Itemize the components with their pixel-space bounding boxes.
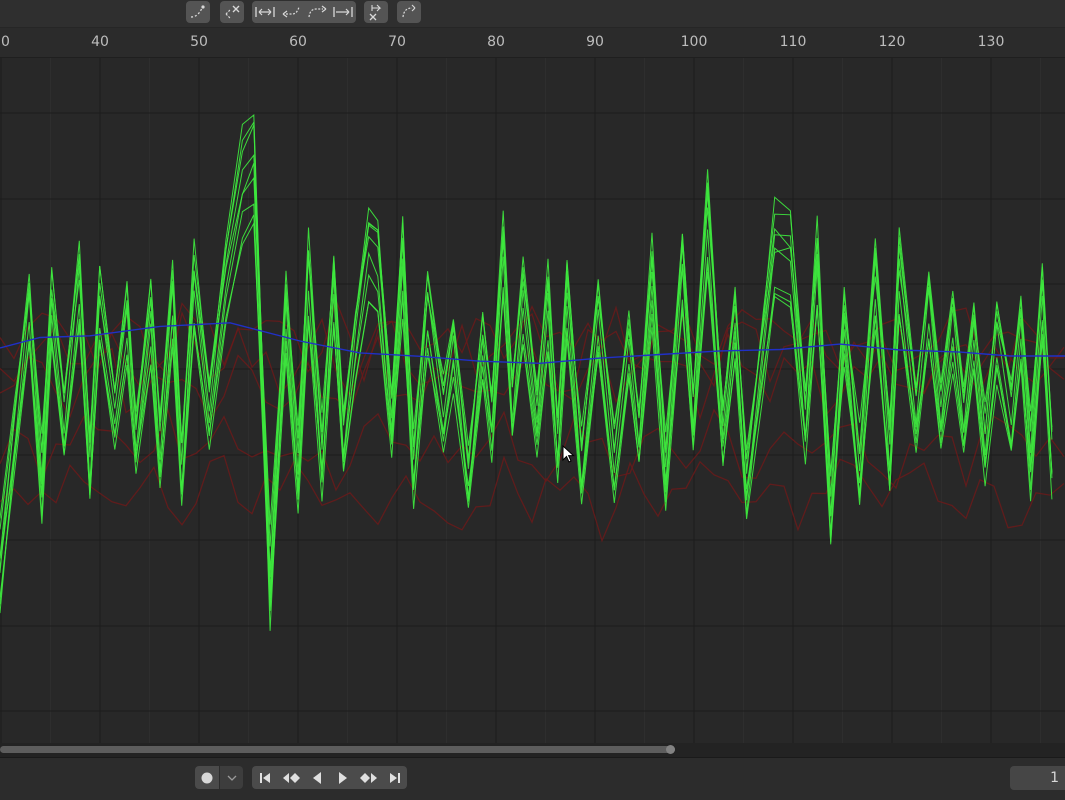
scrollbar-handle[interactable] [666, 745, 675, 754]
graph-editor-canvas[interactable] [0, 58, 1065, 743]
jump-to-end-icon [389, 772, 400, 783]
keyframe-tools-group [252, 1, 356, 23]
jump-to-previous-keyframe-icon [283, 772, 300, 783]
handle-type-icon [402, 4, 416, 18]
scrollbar-thumb[interactable] [0, 745, 675, 754]
insert-keyframe-icon [190, 5, 205, 18]
play-icon [339, 771, 347, 784]
jump-to-next-keyframe-icon [360, 772, 377, 783]
jump-to-end-keyframe-icon[interactable] [332, 4, 354, 20]
jump-to-next-keyframe-button[interactable] [356, 766, 382, 789]
jump-to-start-button[interactable] [252, 766, 278, 789]
frame-label: 120 [878, 34, 906, 50]
play-reverse-icon [313, 771, 321, 784]
play-button[interactable] [330, 766, 356, 789]
extrapolation-icon[interactable] [306, 4, 328, 20]
jump-to-previous-keyframe-button[interactable] [278, 766, 304, 789]
frame-label: 100 [680, 34, 708, 50]
record-icon [201, 772, 213, 783]
chevron-down-icon [227, 775, 236, 781]
frame-label: 40 [91, 34, 109, 50]
auto-keying-dropdown[interactable] [220, 766, 243, 789]
jump-to-end-button[interactable] [382, 766, 407, 789]
frame-label: 90 [586, 34, 604, 50]
mouse-cursor-icon [562, 445, 575, 463]
clear-keyframes-button[interactable] [364, 1, 388, 23]
insert-keyframe-button[interactable] [186, 1, 210, 23]
graph-editor-header [0, 0, 1065, 28]
frame-label: 60 [289, 34, 307, 50]
delete-keyframe-icon [225, 5, 240, 19]
delete-keyframe-button[interactable] [220, 1, 244, 23]
current-frame-field[interactable]: 1 [1010, 766, 1065, 790]
clear-keyframes-icon [369, 4, 382, 21]
frame-ruler[interactable]: 30 40 50 60 70 80 90 100 110 120 130 [0, 28, 1065, 58]
frame-label: 30 [0, 34, 10, 50]
f-curve-plot[interactable] [0, 58, 1065, 743]
frame-label: 80 [487, 34, 505, 50]
timeline-footer: 1 [0, 757, 1065, 800]
handle-type-button[interactable] [397, 1, 421, 23]
frame-label: 110 [779, 34, 807, 50]
jump-to-start-keyframe-icon[interactable] [254, 4, 276, 20]
frame-label: 130 [977, 34, 1005, 50]
play-reverse-button[interactable] [304, 766, 330, 789]
interpolation-icon[interactable] [280, 4, 302, 20]
frame-label: 50 [190, 34, 208, 50]
jump-to-start-icon [260, 772, 270, 783]
auto-keying-toggle[interactable] [195, 766, 219, 789]
frame-label: 70 [388, 34, 406, 50]
horizontal-scrollbar[interactable] [0, 743, 1065, 757]
